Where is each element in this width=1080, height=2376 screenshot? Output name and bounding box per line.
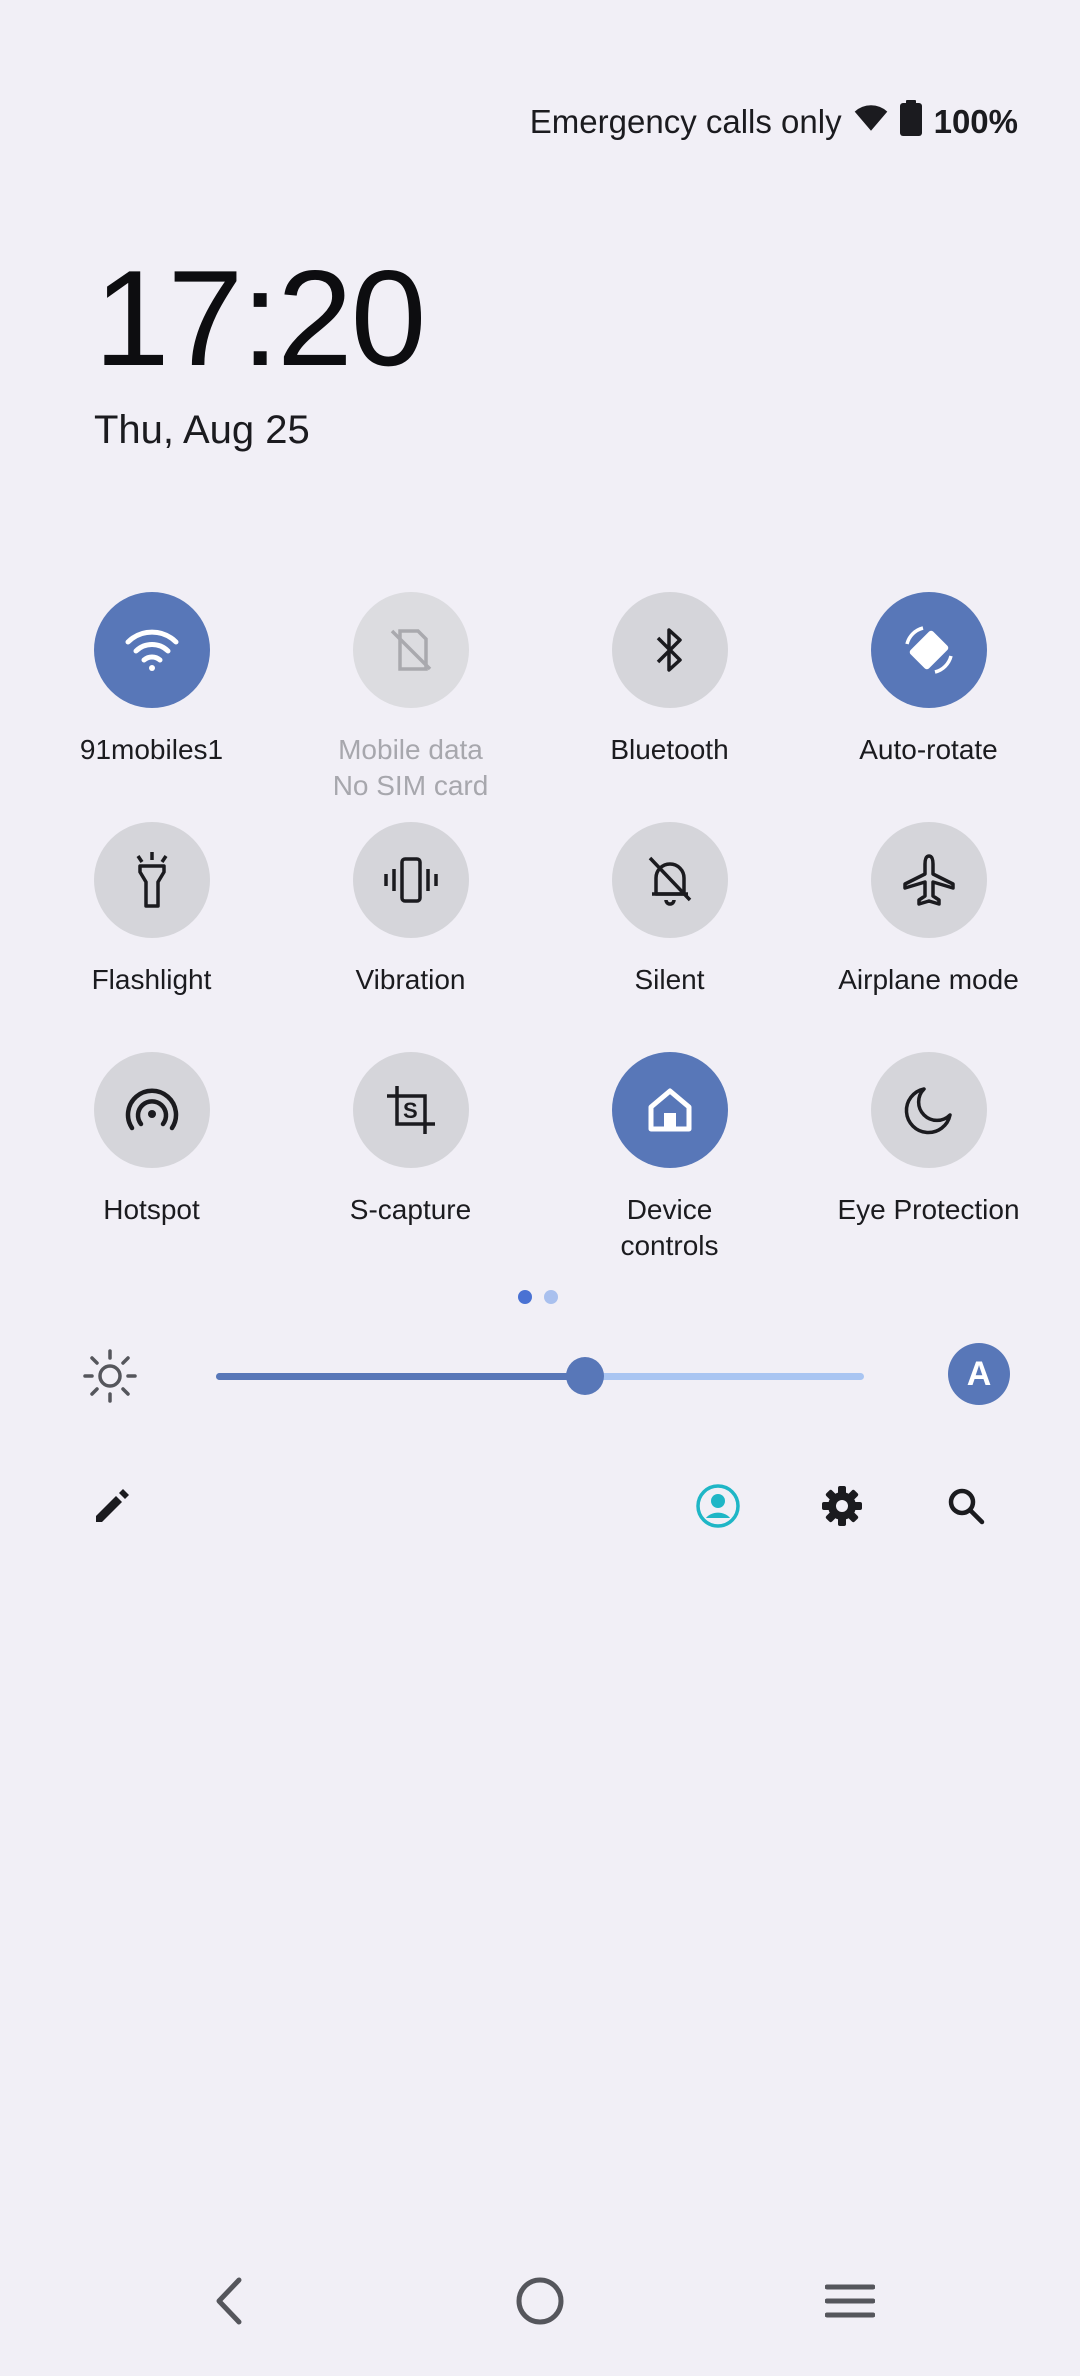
tile-mobile-data-sublabel: No SIM card: [332, 770, 489, 801]
back-icon[interactable]: [194, 2266, 264, 2336]
tile-bluetooth[interactable]: Bluetooth: [540, 592, 799, 822]
navigation-bar: [0, 2226, 1080, 2376]
tile-hotspot-label: Hotspot: [103, 1194, 200, 1225]
tile-wifi-label: 91mobiles1: [79, 734, 224, 765]
svg-text:S: S: [403, 1098, 418, 1123]
bluetooth-icon[interactable]: [611, 592, 728, 708]
s-capture-icon[interactable]: S: [352, 1052, 469, 1168]
tile-bluetooth-label: Bluetooth: [610, 734, 729, 765]
tile-mobile-data-label: Mobile data No SIM card: [333, 732, 489, 804]
tile-airplane-label: Airplane mode: [838, 964, 1019, 995]
search-icon[interactable]: [942, 1482, 990, 1530]
tile-silent-label: Silent: [634, 964, 705, 995]
auto-rotate-icon[interactable]: [870, 592, 987, 708]
vibration-icon[interactable]: [352, 822, 469, 938]
tile-wifi[interactable]: 91mobiles1: [22, 592, 281, 822]
recents-menu-icon[interactable]: [815, 2266, 885, 2336]
clock-time[interactable]: 17:20: [94, 240, 426, 396]
edit-icon[interactable]: [88, 1482, 136, 1530]
user-icon[interactable]: [694, 1482, 742, 1530]
brightness-slider-fill: [216, 1373, 586, 1380]
brightness-icon: [82, 1348, 138, 1409]
settings-icon[interactable]: [818, 1482, 866, 1530]
tile-auto-rotate[interactable]: Auto-rotate: [799, 592, 1058, 822]
tile-device-controls[interactable]: Device controls: [540, 1052, 799, 1282]
page-dot-1[interactable]: [518, 1290, 532, 1304]
tile-auto-rotate-label: Auto-rotate: [859, 734, 998, 765]
auto-brightness-button[interactable]: A: [948, 1343, 1010, 1405]
clock-date[interactable]: Thu, Aug 25: [94, 408, 310, 453]
moon-icon[interactable]: [870, 1052, 987, 1168]
battery-percent: 100%: [933, 103, 1018, 140]
page-indicator: [518, 1290, 558, 1304]
silent-icon[interactable]: [611, 822, 728, 938]
tile-eye-protection-label: Eye Protection: [837, 1194, 1020, 1225]
tile-flashlight-label: Flashlight: [91, 964, 212, 995]
tile-silent[interactable]: Silent: [540, 822, 799, 1052]
quick-settings-toolbar: [80, 1476, 1020, 1536]
home-button-icon[interactable]: [505, 2266, 575, 2336]
home-icon[interactable]: [611, 1052, 728, 1168]
flashlight-icon[interactable]: [93, 822, 210, 938]
airplane-icon[interactable]: [870, 822, 987, 938]
tile-vibration-label: Vibration: [355, 964, 466, 995]
tile-device-controls-label: Device controls: [620, 1194, 719, 1261]
tile-s-capture-label: S-capture: [349, 1194, 472, 1225]
brightness-row: A: [80, 1340, 1010, 1410]
tile-eye-protection[interactable]: Eye Protection: [799, 1052, 1058, 1282]
page-dot-2[interactable]: [544, 1290, 558, 1304]
tile-flashlight[interactable]: Flashlight: [22, 822, 281, 1052]
wifi-signal-icon: [854, 103, 888, 141]
battery-icon: [899, 100, 922, 144]
brightness-slider-thumb[interactable]: [566, 1357, 605, 1395]
quick-settings-grid: 91mobiles1 Mobile data No SIM card Bluet…: [22, 592, 1058, 1282]
status-bar: Emergency calls only 100%: [530, 100, 1018, 144]
brightness-slider[interactable]: [216, 1357, 864, 1395]
tile-mobile-data[interactable]: Mobile data No SIM card: [281, 592, 540, 822]
no-sim-icon[interactable]: [352, 592, 469, 708]
tile-vibration[interactable]: Vibration: [281, 822, 540, 1052]
tile-hotspot[interactable]: Hotspot: [22, 1052, 281, 1282]
carrier-text: Emergency calls only: [529, 103, 842, 140]
tile-s-capture[interactable]: S S-capture: [281, 1052, 540, 1282]
wifi-icon[interactable]: [93, 592, 210, 708]
hotspot-icon[interactable]: [93, 1052, 210, 1168]
tile-airplane[interactable]: Airplane mode: [799, 822, 1058, 1052]
